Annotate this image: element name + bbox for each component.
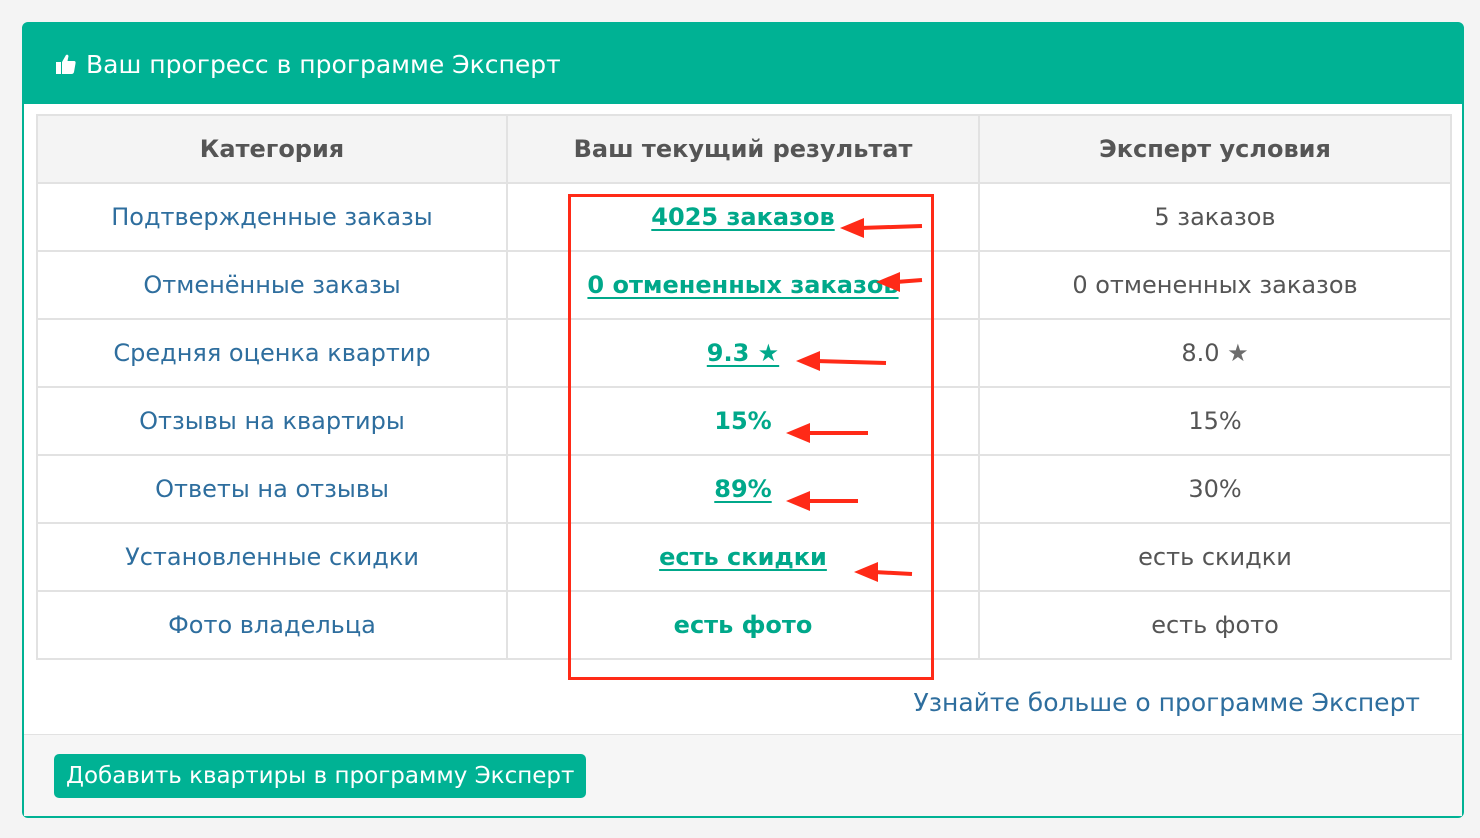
expert-condition-cell: 8.0 ★ xyxy=(978,318,1452,388)
progress-table: Категория Ваш текущий результат Эксперт … xyxy=(36,114,1452,660)
expert-condition-cell: есть скидки xyxy=(978,522,1452,592)
star-icon: ★ xyxy=(1227,339,1249,367)
category-cell: Фото владельца xyxy=(36,590,508,660)
expert-condition-cell: есть фото xyxy=(978,590,1452,660)
current-result-cell: 89% xyxy=(506,454,980,524)
current-result-link[interactable]: есть скидки xyxy=(659,543,827,571)
table-row: Средняя оценка квартир 9.3 ★ 8.0 ★ xyxy=(36,318,1452,388)
column-header-category: Категория xyxy=(36,114,508,184)
learn-more-link[interactable]: Узнайте больше о программе Эксперт xyxy=(913,688,1420,717)
table-row: Подтвержденные заказы 4025 заказов 5 зак… xyxy=(36,182,1452,252)
panel-header: Ваш прогресс в программе Эксперт xyxy=(24,24,1462,104)
progress-table-wrap: Категория Ваш текущий результат Эксперт … xyxy=(36,114,1452,660)
table-row: Отменённые заказы 0 отмененных заказов 0… xyxy=(36,250,1452,320)
expert-progress-panel: Ваш прогресс в программе Эксперт Категор… xyxy=(22,22,1464,818)
current-result-link[interactable]: 9.3 ★ xyxy=(707,339,779,367)
category-cell: Средняя оценка квартир xyxy=(36,318,508,388)
column-header-current: Ваш текущий результат xyxy=(506,114,980,184)
add-apartments-button[interactable]: Добавить квартиры в программу Эксперт xyxy=(54,754,587,798)
current-result-text: 15% xyxy=(714,407,772,435)
current-result-cell: 0 отмененных заказов xyxy=(506,250,980,320)
table-header-row: Категория Ваш текущий результат Эксперт … xyxy=(36,114,1452,184)
panel-footer: Добавить квартиры в программу Эксперт xyxy=(24,735,1462,816)
expert-condition-cell: 15% xyxy=(978,386,1452,456)
current-result-link[interactable]: 0 отмененных заказов xyxy=(587,271,898,299)
current-result-text: есть фото xyxy=(673,611,813,639)
table-row: Ответы на отзывы 89% 30% xyxy=(36,454,1452,524)
table-row: Отзывы на квартиры 15% 15% xyxy=(36,386,1452,456)
table-row: Фото владельца есть фото есть фото xyxy=(36,590,1452,660)
category-cell: Установленные скидки xyxy=(36,522,508,592)
current-result-cell: 4025 заказов xyxy=(506,182,980,252)
category-cell: Отзывы на квартиры xyxy=(36,386,508,456)
category-cell: Подтвержденные заказы xyxy=(36,182,508,252)
category-cell: Отменённые заказы xyxy=(36,250,508,320)
current-result-cell: 9.3 ★ xyxy=(506,318,980,388)
column-header-expert: Эксперт условия xyxy=(978,114,1452,184)
category-cell: Ответы на отзывы xyxy=(36,454,508,524)
current-result-link[interactable]: 4025 заказов xyxy=(651,203,834,231)
current-result-link[interactable]: 89% xyxy=(714,475,771,503)
panel-title: Ваш прогресс в программе Эксперт xyxy=(86,49,561,79)
expert-condition-cell: 5 заказов xyxy=(978,182,1452,252)
current-result-cell: 15% xyxy=(506,386,980,456)
table-row: Установленные скидки есть скидки есть ск… xyxy=(36,522,1452,592)
current-result-cell: есть фото xyxy=(506,590,980,660)
expert-condition-cell: 30% xyxy=(978,454,1452,524)
expert-condition-cell: 0 отмененных заказов xyxy=(978,250,1452,320)
current-result-cell: есть скидки xyxy=(506,522,980,592)
thumbs-up-icon xyxy=(54,52,78,76)
